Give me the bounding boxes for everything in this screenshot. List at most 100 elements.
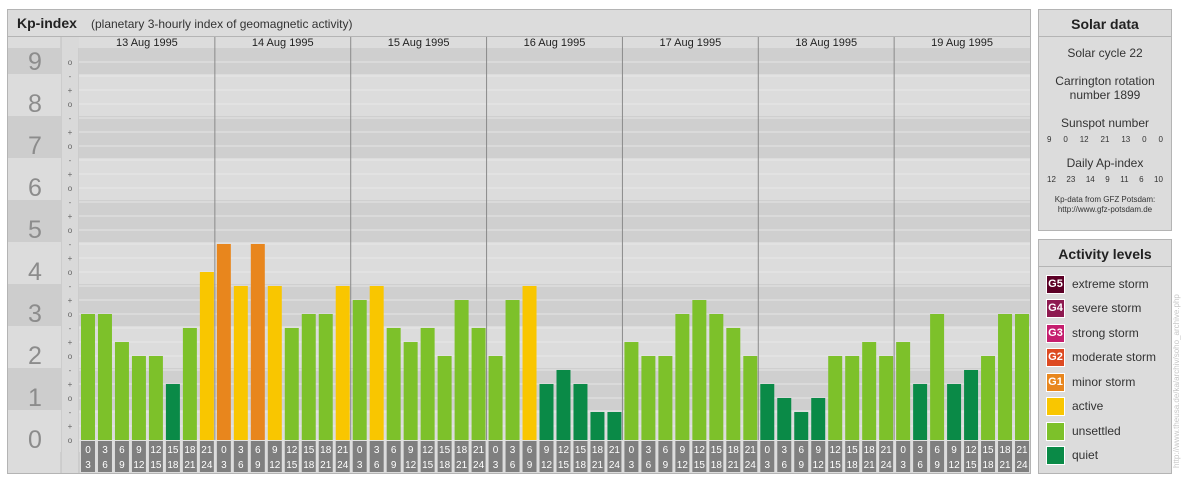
y-sub-label: +: [68, 170, 73, 179]
y-sub-label: -: [69, 72, 72, 81]
legend-swatch: [1046, 445, 1065, 465]
hour-start-label: 12: [966, 445, 978, 456]
hour-end-label: 18: [439, 460, 451, 471]
hour-end-label: 6: [374, 460, 380, 471]
y-tick-label: 2: [28, 342, 42, 370]
ap-value: 9: [1105, 175, 1110, 184]
kp-bar: [964, 369, 979, 440]
kp-bar: [726, 327, 741, 440]
hour-start-label: 0: [221, 445, 227, 456]
hour-end-label: 21: [728, 460, 740, 471]
y-sub-label: o: [68, 226, 73, 235]
kp-bar: [675, 314, 690, 440]
hour-start-label: 9: [544, 445, 550, 456]
legend-swatch: G1: [1046, 372, 1065, 392]
legend-item-unsettled: unsettled: [1046, 421, 1121, 441]
hour-start-label: 18: [999, 445, 1011, 456]
kp-bar: [607, 411, 622, 440]
kp-bar: [284, 327, 299, 440]
hour-end-label: 24: [745, 460, 757, 471]
kp-bar: [488, 356, 503, 440]
sunspot-value: 13: [1121, 135, 1131, 144]
hour-start-label: 12: [830, 445, 842, 456]
hour-start-label: 18: [320, 445, 332, 456]
hour-end-label: 21: [184, 460, 196, 471]
hour-end-label: 6: [238, 460, 244, 471]
watermark: http://www.theusa.de/ka/archiv/soho_arch…: [1172, 294, 1181, 468]
hour-end-label: 9: [663, 460, 669, 471]
hour-end-label: 9: [798, 460, 804, 471]
hour-end-label: 12: [541, 460, 553, 471]
date-label: 15 Aug 1995: [388, 37, 450, 49]
hour-end-label: 9: [391, 460, 397, 471]
hour-start-label: 0: [629, 445, 635, 456]
carrington-line-2: number 1899: [1069, 88, 1141, 102]
hour-end-label: 6: [917, 460, 923, 471]
hour-end-label: 24: [337, 460, 349, 471]
hour-end-label: 24: [609, 460, 621, 471]
kp-bar: [403, 342, 418, 440]
y-sub-label: -: [69, 240, 72, 249]
y-tick-label: 5: [28, 216, 42, 244]
ap-values: 12 23 14 9 11 6 10: [1039, 175, 1171, 184]
hour-end-label: 18: [982, 460, 994, 471]
kp-bar: [165, 384, 180, 440]
hour-start-label: 12: [558, 445, 570, 456]
hour-start-label: 0: [493, 445, 499, 456]
date-label: 18 Aug 1995: [795, 37, 857, 49]
source-line-1: Kp-data from GFZ Potsdam:: [1054, 195, 1156, 204]
y-sub-label: o: [68, 184, 73, 193]
hour-end-label: 18: [711, 460, 723, 471]
legend-label: extreme storm: [1072, 277, 1149, 291]
kp-chart-panel: Kp-index (planetary 3-hourly index of ge…: [7, 9, 1031, 474]
hour-end-label: 9: [527, 460, 533, 471]
y-sub-label: o: [68, 310, 73, 319]
y-tick-label: 1: [28, 384, 42, 412]
activity-levels-panel: Activity levels G5 extreme storm G4 seve…: [1038, 239, 1172, 474]
level-band: [79, 200, 1030, 242]
hour-start-label: 15: [982, 445, 994, 456]
hour-start-label: 15: [847, 445, 859, 456]
kp-bar: [233, 285, 248, 440]
y-sub-label: +: [68, 338, 73, 347]
hour-start-label: 12: [150, 445, 162, 456]
kp-bar: [590, 411, 605, 440]
kp-bar: [386, 327, 401, 440]
ap-value: 12: [1047, 175, 1056, 184]
ap-label: Daily Ap-index: [1066, 156, 1144, 170]
hour-end-label: 15: [966, 460, 978, 471]
kp-bar: [998, 314, 1013, 440]
kp-bar: [624, 342, 639, 440]
y-tick-label: 9: [28, 48, 42, 76]
hour-end-label: 6: [510, 460, 516, 471]
hour-end-label: 6: [102, 460, 108, 471]
hour-start-label: 3: [374, 445, 380, 456]
hour-start-label: 18: [864, 445, 876, 456]
ap-value: 14: [1085, 175, 1095, 184]
y-sub-label: -: [69, 366, 72, 375]
sunspot-value: 0: [1142, 135, 1147, 144]
chart-subtitle: (planetary 3-hourly index of geomagnetic…: [91, 17, 353, 31]
hour-start-label: 6: [119, 445, 125, 456]
legend-item-strong-storm: G3 strong storm: [1046, 323, 1139, 343]
kp-bar: [81, 314, 95, 440]
legend-item-minor-storm: G1 minor storm: [1046, 372, 1135, 392]
chart-title: Kp-index: [17, 15, 77, 31]
kp-bar: [981, 356, 996, 440]
level-band: [79, 48, 1030, 74]
kp-bar: [828, 356, 843, 440]
hour-start-label: 15: [575, 445, 587, 456]
sunspot-value: 0: [1063, 135, 1068, 144]
hour-end-label: 3: [85, 460, 91, 471]
source-link[interactable]: http://www.gfz-potsdam.de: [1039, 205, 1171, 215]
y-sub-label: o: [68, 352, 73, 361]
hour-end-label: 6: [646, 460, 652, 471]
kp-bar: [913, 384, 928, 440]
hour-start-label: 21: [881, 445, 893, 456]
hour-start-label: 21: [201, 445, 213, 456]
hour-end-label: 12: [677, 460, 689, 471]
y-sub-label: +: [68, 296, 73, 305]
hour-end-label: 3: [357, 460, 363, 471]
hour-start-label: 0: [357, 445, 363, 456]
y-sub-label: +: [68, 422, 73, 431]
